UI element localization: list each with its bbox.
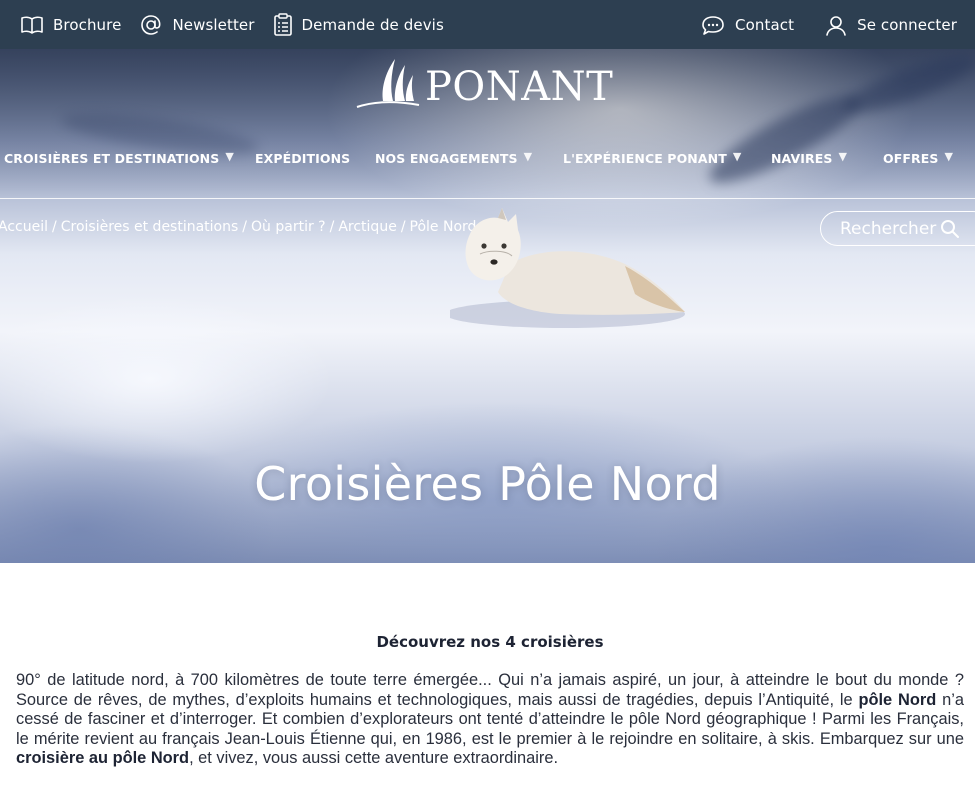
top-bar-right-links: Contact Se connecter: [670, 0, 957, 49]
caret-down-icon: ▼: [523, 149, 533, 163]
caret-down-icon: ▼: [944, 149, 954, 163]
login-link[interactable]: Se connecter: [824, 13, 957, 37]
search-placeholder: Rechercher: [840, 218, 937, 239]
nav-navires[interactable]: NAVIRES ▼: [771, 149, 847, 167]
breadcrumb-separator: /: [400, 219, 406, 235]
caret-down-icon: ▼: [225, 149, 234, 163]
intro-bold-croisiere: croisière au pôle Nord: [16, 749, 190, 768]
breadcrumb-arctique[interactable]: Arctique: [338, 219, 396, 235]
top-bar-left-links: Brochure Newsletter Demande de devis: [20, 0, 462, 49]
caret-down-icon: ▼: [838, 149, 848, 163]
book-icon: [21, 16, 43, 34]
quote-request-label: Demande de devis: [301, 15, 444, 34]
nav-item-label: CROISIÈRES ET DESTINATIONS: [4, 150, 220, 166]
at-icon: [141, 14, 161, 35]
contact-link[interactable]: Contact: [700, 14, 794, 36]
nav-offres[interactable]: OFFRES ▼: [883, 149, 953, 167]
page-title: Croisières Pôle Nord: [254, 457, 721, 511]
caret-down-icon: ▼: [732, 149, 742, 163]
nav-experience-ponant[interactable]: L'EXPÉRIENCE PONANT ▼: [563, 149, 741, 167]
nav-engagements[interactable]: NOS ENGAGEMENTS ▼: [375, 149, 532, 167]
breadcrumb-separator: /: [242, 219, 248, 235]
clipboard-icon: [273, 12, 292, 36]
breadcrumb-ou-partir[interactable]: Où partir ?: [251, 219, 326, 235]
search-input[interactable]: Rechercher: [820, 211, 975, 246]
hero-banner: PONANT CROISIÈRES ET DESTINATIONS ▼ EXPÉ…: [0, 49, 975, 563]
nav-item-label: EXPÉDITIONS: [255, 150, 351, 166]
breadcrumb-croisieres[interactable]: Croisières et destinations: [61, 219, 239, 235]
breadcrumb-separator: /: [52, 219, 57, 235]
nav-item-label: OFFRES: [883, 150, 939, 166]
sails-logo-icon: [356, 59, 420, 108]
chat-icon: [702, 15, 724, 35]
arctic-fox-image: [450, 208, 685, 328]
breadcrumb-separator: /: [329, 219, 335, 235]
intro-text-part: , et vivez, vous aussi cette aventure ex…: [189, 749, 559, 768]
nav-expeditions[interactable]: EXPÉDITIONS: [255, 149, 350, 167]
breadcrumb: Accueil / Croisières et destinations / Où pa…: [0, 219, 476, 235]
intro-text-part: 90° de latitude nord, à 700 kilomètres d…: [16, 671, 964, 709]
top-utility-bar: Brochure Newsletter Demande de devis Con…: [0, 0, 975, 49]
nav-item-label: NOS ENGAGEMENTS: [375, 150, 518, 166]
intro-bold-pole-nord: pôle Nord: [858, 690, 937, 709]
user-icon: [826, 15, 846, 36]
breadcrumb-home[interactable]: Accueil: [0, 219, 48, 235]
nav-item-label: L'EXPÉRIENCE PONANT: [563, 150, 727, 166]
brand-name: PONANT: [425, 64, 614, 110]
brochure-label: Brochure: [53, 15, 122, 34]
newsletter-label: Newsletter: [172, 15, 255, 34]
login-label: Se connecter: [857, 15, 957, 34]
main-navigation: CROISIÈRES ET DESTINATIONS ▼ EXPÉDITIONS…: [0, 149, 975, 199]
ponant-logo[interactable]: PONANT: [355, 55, 613, 109]
intro-heading: Découvrez nos 4 croisières: [376, 633, 604, 651]
nav-croisieres-destinations[interactable]: CROISIÈRES ET DESTINATIONS ▼: [4, 149, 234, 167]
intro-paragraph: 90° de latitude nord, à 700 kilomètres d…: [16, 671, 964, 769]
brochure-link[interactable]: Brochure: [20, 15, 121, 35]
newsletter-link[interactable]: Newsletter: [139, 13, 254, 37]
quote-request-link[interactable]: Demande de devis: [273, 12, 444, 37]
contact-label: Contact: [735, 15, 795, 34]
search-icon[interactable]: [940, 219, 960, 239]
nav-item-label: NAVIRES: [771, 150, 833, 166]
